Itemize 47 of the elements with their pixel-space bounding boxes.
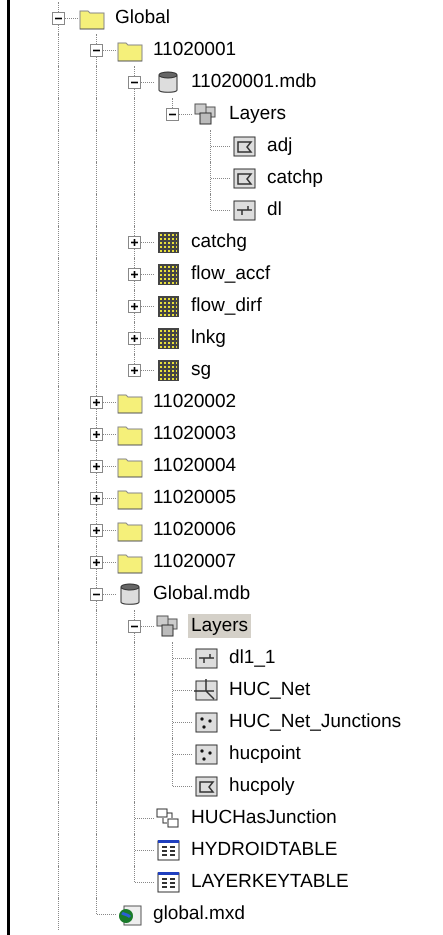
collapse-toggle[interactable] [52,12,65,25]
tree-item-label[interactable]: Layers [188,614,252,638]
tree-item-label[interactable]: 11020001.mdb [188,70,320,94]
tree-item-label[interactable]: 11020004 [150,454,240,478]
expand-toggle[interactable] [90,492,103,505]
tree-item-label[interactable]: adj [264,134,296,158]
collapse-toggle[interactable] [166,108,179,121]
collapse-toggle[interactable] [128,620,141,633]
tree-item-label[interactable]: LAYERKEYTABLE [188,870,352,894]
tree-item-label[interactable]: 11020005 [150,486,240,510]
tree-item-label[interactable]: sg [188,358,214,382]
tree-item-label[interactable]: hucpoly [226,774,298,798]
tree-item-label[interactable]: 11020007 [150,550,240,574]
tree-item-label[interactable]: 11020003 [150,422,240,446]
network-icon [192,677,220,703]
tree-item-label[interactable]: Global.mdb [150,582,254,606]
expand-toggle[interactable] [90,524,103,537]
expand-toggle[interactable] [128,364,141,377]
expand-toggle[interactable] [90,428,103,441]
tree-item-label[interactable]: hucpoint [226,742,304,766]
tree-item-label[interactable]: lnkg [188,326,229,350]
expand-toggle[interactable] [90,460,103,473]
expand-toggle[interactable] [128,332,141,345]
expand-toggle[interactable] [90,556,103,569]
tree-item-label[interactable]: Layers [226,102,290,126]
collapse-toggle[interactable] [128,76,141,89]
tree-item-label[interactable]: catchp [264,166,326,190]
tree-item-label[interactable]: flow_dirf [188,294,265,318]
tree-item-label[interactable]: 11020002 [150,390,240,414]
tree-item-label[interactable]: HUC_Net [226,678,314,702]
tree-item-label[interactable]: flow_accf [188,262,274,286]
tree-item-label[interactable]: HYDROIDTABLE [188,838,340,862]
tree-item-label[interactable]: dl1_1 [226,646,278,670]
tree-item-label[interactable]: global.mxd [150,902,248,926]
tree-item-label[interactable]: 11020006 [150,518,240,542]
tree-item-label[interactable]: HUC_Net_Junctions [226,710,404,734]
expand-toggle[interactable] [128,268,141,281]
expand-toggle[interactable] [128,300,141,313]
tree-item-label[interactable]: dl [264,198,285,222]
tree-item-label[interactable]: Global [112,6,173,30]
tree-item-label[interactable]: catchg [188,230,250,254]
expand-toggle[interactable] [128,236,141,249]
expand-toggle[interactable] [90,396,103,409]
tree-item-label[interactable]: 11020001 [150,38,240,62]
collapse-toggle[interactable] [90,588,103,601]
collapse-toggle[interactable] [90,44,103,57]
tree-item-label[interactable]: HUCHasJunction [188,806,340,830]
